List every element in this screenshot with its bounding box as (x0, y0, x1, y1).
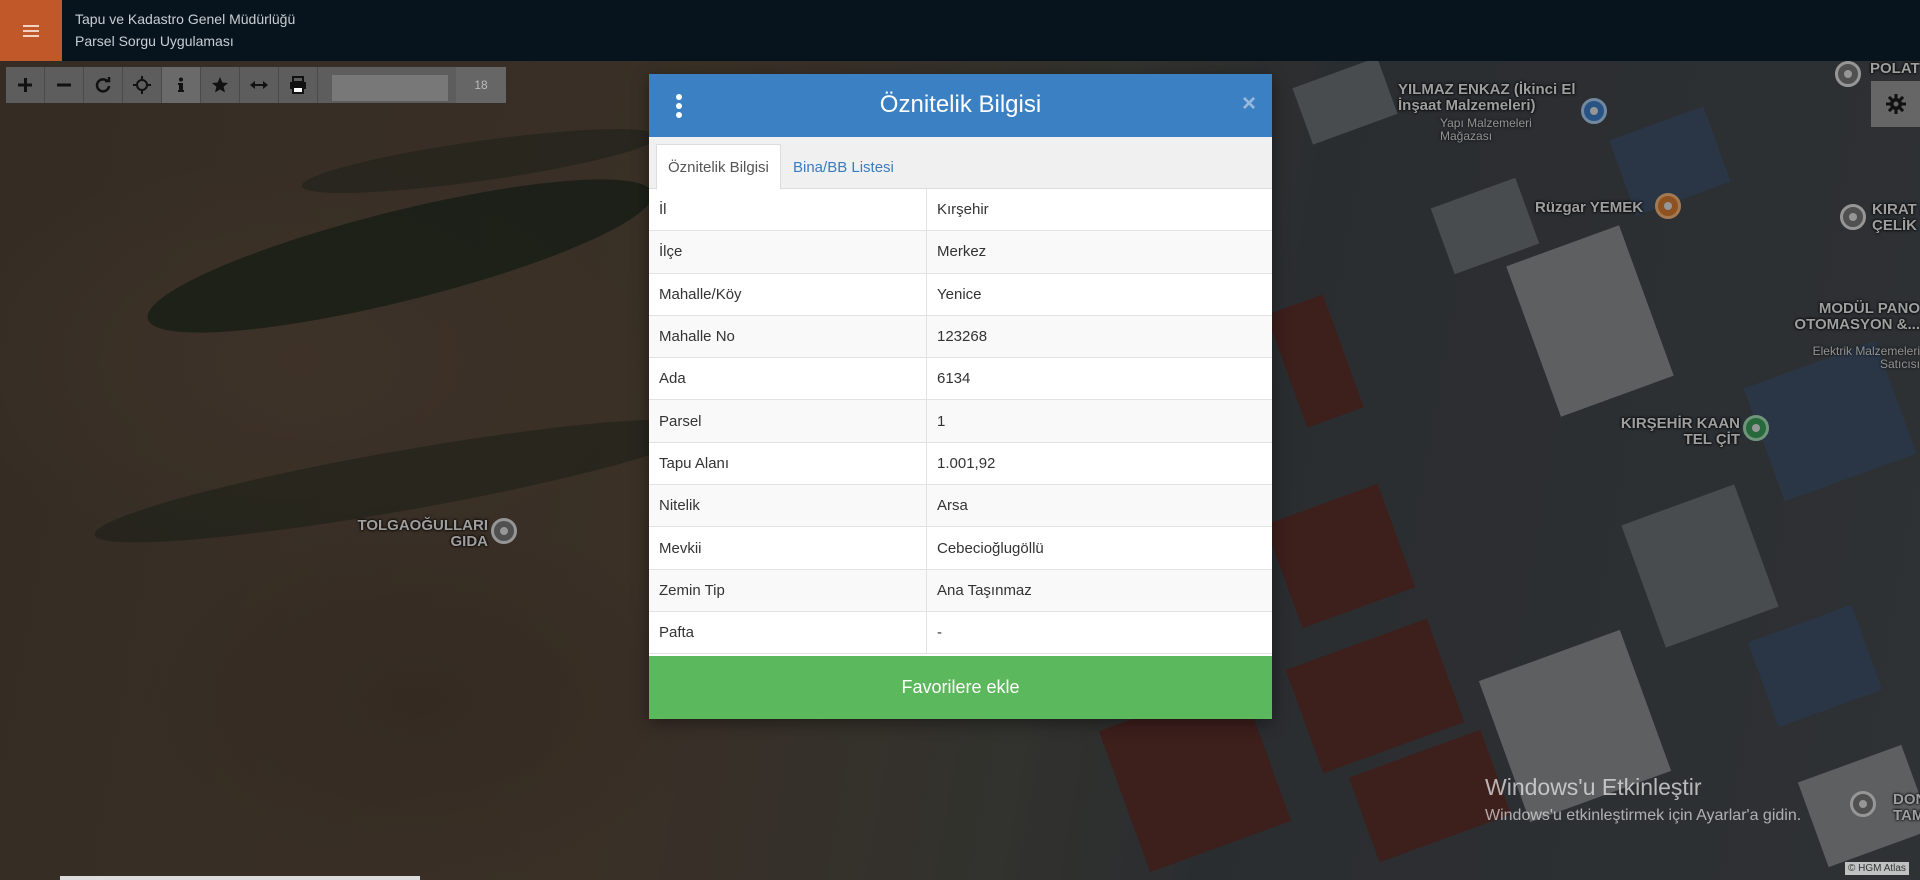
attribute-key: Pafta (649, 611, 927, 654)
info-button[interactable] (162, 67, 201, 103)
attribute-value: 1.001,92 (937, 454, 996, 472)
windows-activation-subtitle: Windows'u etkinleştirmek için Ayarlar'a … (1485, 807, 1802, 824)
bottom-scroll-strip (60, 876, 420, 880)
attribute-value: Yenice (937, 285, 982, 303)
attribute-value: 1 (937, 412, 946, 430)
zoom-in-button[interactable] (6, 67, 45, 103)
attribute-key: Mahalle No (649, 315, 927, 358)
attribute-table: İl Kırşehir İlçe Merkez Mahalle/Köy Yenice … (649, 189, 1272, 655)
app-title-line1: Tapu ve Kadastro Genel Müdürlüğü (75, 11, 296, 27)
modal-title: Öznitelik Bilgisi (879, 91, 1042, 118)
attribute-key: Mevkii (649, 527, 927, 569)
attribute-key: Nitelik (649, 485, 927, 527)
locate-icon (133, 76, 151, 94)
table-row: Nitelik Arsa (649, 485, 1272, 528)
search-input[interactable] (332, 75, 448, 101)
attribute-key: Zemin Tip (649, 569, 927, 611)
attribute-value: Merkez (937, 243, 987, 261)
table-row: İlçe Merkez (649, 231, 1272, 274)
gear-icon (1885, 94, 1906, 114)
info-icon (178, 77, 184, 92)
zoom-out-button[interactable] (45, 67, 84, 103)
attribute-value: Ana Taşınmaz (937, 581, 1032, 599)
print-icon (290, 76, 306, 94)
modal-header: Öznitelik Bilgisi × (649, 74, 1272, 137)
table-row: Tapu Alanı 1.001,92 (649, 442, 1272, 486)
hamburger-icon (23, 24, 39, 37)
locate-button[interactable] (123, 67, 162, 103)
refresh-icon (95, 77, 111, 93)
attribute-value: 123268 (937, 328, 988, 346)
tab-attribute-info[interactable]: Öznitelik Bilgisi (656, 144, 781, 190)
table-row: Ada 6134 (649, 358, 1272, 401)
refresh-button[interactable] (84, 67, 123, 103)
table-row: Pafta - (649, 611, 1272, 655)
table-row: Zemin Tip Ana Taşınmaz (649, 569, 1272, 612)
attribute-value: - (937, 624, 942, 642)
top-header: Tapu ve Kadastro Genel Müdürlüğü Parsel … (0, 0, 1920, 61)
add-to-favorites-button[interactable]: Favorilere ekle (649, 656, 1272, 719)
measure-icon (250, 81, 268, 89)
modal-tabs: Öznitelik Bilgisi Bina/BB Listesi (649, 137, 1272, 190)
table-row: İl Kırşehir (649, 189, 1272, 232)
print-button[interactable] (279, 67, 318, 103)
attribute-value: 6134 (937, 370, 971, 388)
favorites-button[interactable] (201, 67, 240, 103)
zoom-out-icon (57, 83, 71, 87)
star-icon (212, 77, 228, 93)
attribute-key: İlçe (649, 231, 927, 273)
map-toolbar: 18 (6, 67, 506, 103)
zoom-level-indicator: 18 (456, 67, 506, 103)
app-title-line2: Parsel Sorgu Uygulaması (75, 33, 234, 49)
attribute-key: Mahalle/Köy (649, 273, 927, 315)
attribute-value: Kırşehir (937, 201, 989, 219)
settings-button[interactable] (1871, 81, 1920, 127)
attribute-info-modal: Öznitelik Bilgisi × Öznitelik Bilgisi Bi… (649, 74, 1272, 719)
table-row: Mevkii Cebecioğlugöllü (649, 527, 1272, 570)
zoom-in-icon (18, 78, 32, 92)
close-icon[interactable]: × (1242, 90, 1256, 118)
attribute-key: Tapu Alanı (649, 442, 927, 485)
windows-activation-title: Windows'u Etkinleştir (1485, 774, 1702, 800)
table-row: Parsel 1 (649, 400, 1272, 443)
map-attribution[interactable]: © HGM Atlas (1845, 862, 1909, 875)
attribute-key: Parsel (649, 400, 927, 442)
attribute-value: Cebecioğlugöllü (937, 539, 1044, 557)
table-row: Mahalle No 123268 (649, 315, 1272, 359)
attribute-value: Arsa (937, 497, 968, 515)
app-title: Tapu ve Kadastro Genel Müdürlüğü Parsel … (75, 8, 295, 52)
table-row: Mahalle/Köy Yenice (649, 273, 1272, 316)
measure-button[interactable] (240, 67, 279, 103)
tab-building-list[interactable]: Bina/BB Listesi (782, 144, 905, 190)
attribute-key: Ada (649, 358, 927, 400)
hamburger-menu-button[interactable] (0, 0, 62, 61)
attribute-key: İl (649, 189, 927, 231)
